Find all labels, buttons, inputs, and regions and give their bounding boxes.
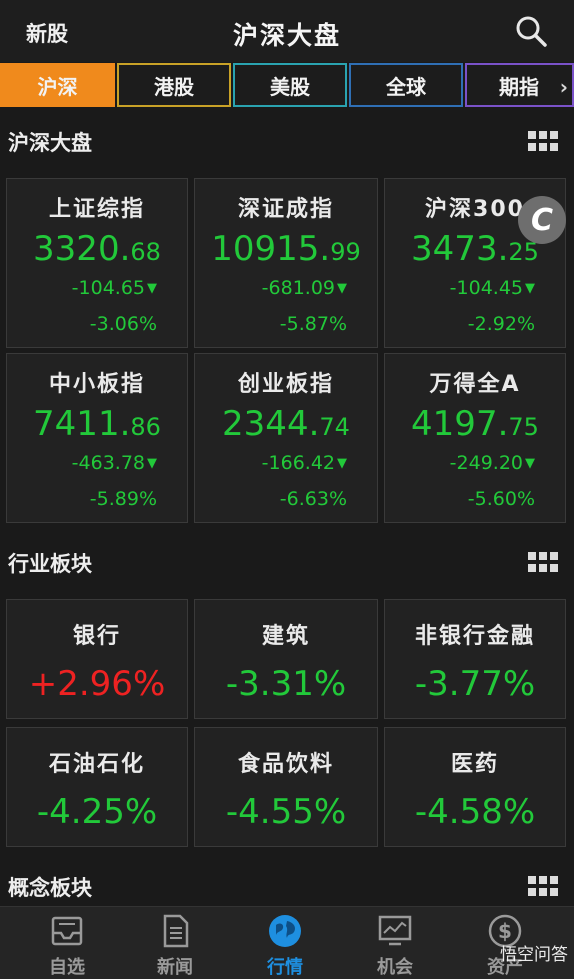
grid-menu-icon[interactable] bbox=[528, 552, 558, 574]
nav-market[interactable]: 行情 bbox=[230, 907, 340, 979]
down-arrow-icon: ▼ bbox=[525, 281, 535, 296]
globe-icon bbox=[269, 915, 301, 947]
index-change: -249.20 ▼ bbox=[449, 452, 535, 474]
index-card[interactable]: 创业板指 2344.74 -166.42 ▼ -6.63% bbox=[194, 353, 378, 523]
chevron-right-icon: › bbox=[559, 75, 568, 99]
section-header-concept: 概念板块 bbox=[0, 862, 574, 906]
industry-card[interactable]: 食品饮料 -4.55% bbox=[194, 727, 378, 847]
nav-watchlist[interactable]: 自选 bbox=[12, 907, 122, 979]
index-change: -166.42 ▼ bbox=[261, 452, 347, 474]
index-change: -104.45 ▼ bbox=[449, 277, 535, 299]
index-change: -104.65 ▼ bbox=[71, 277, 157, 299]
index-change: -681.09 ▼ bbox=[261, 277, 347, 299]
tab-futures[interactable]: 期指 › bbox=[465, 63, 574, 107]
industry-card[interactable]: 石油石化 -4.25% bbox=[6, 727, 188, 847]
industry-card[interactable]: 非银行金融 -3.77% bbox=[384, 599, 566, 719]
tab-hk[interactable]: 港股 bbox=[117, 63, 231, 107]
index-percent: -5.60% bbox=[467, 488, 535, 510]
tab-us[interactable]: 美股 bbox=[233, 63, 347, 107]
index-percent: -6.63% bbox=[279, 488, 347, 510]
chart-icon bbox=[378, 915, 412, 946]
search-icon[interactable] bbox=[514, 14, 548, 48]
down-arrow-icon: ▼ bbox=[337, 456, 347, 471]
industry-percent: -3.31% bbox=[225, 664, 347, 704]
index-price: 7411.86 bbox=[33, 404, 161, 444]
index-card[interactable]: 万得全A 4197.75 -249.20 ▼ -5.60% bbox=[384, 353, 566, 523]
market-tabs: 沪深 港股 美股 全球 期指 › bbox=[0, 63, 574, 107]
industry-percent: +2.96% bbox=[28, 664, 166, 704]
section-header-market: 沪深大盘 bbox=[0, 117, 574, 161]
down-arrow-icon: ▼ bbox=[525, 456, 535, 471]
industry-card[interactable]: 银行 +2.96% bbox=[6, 599, 188, 719]
index-price: 2344.74 bbox=[222, 404, 350, 444]
index-card[interactable]: 上证综指 3320.68 -104.65 ▼ -3.06% bbox=[6, 178, 188, 348]
down-arrow-icon: ▼ bbox=[147, 456, 157, 471]
grid-menu-icon[interactable] bbox=[528, 876, 558, 898]
industry-percent: -4.58% bbox=[414, 792, 536, 832]
tab-global[interactable]: 全球 bbox=[349, 63, 463, 107]
industry-percent: -3.77% bbox=[414, 664, 536, 704]
index-percent: -5.87% bbox=[279, 313, 347, 335]
down-arrow-icon: ▼ bbox=[147, 281, 157, 296]
index-card[interactable]: 中小板指 7411.86 -463.78 ▼ -5.89% bbox=[6, 353, 188, 523]
index-card[interactable]: 深证成指 10915.99 -681.09 ▼ -5.87% bbox=[194, 178, 378, 348]
bottom-nav: 自选 新闻 行情 机会 $ 资产 bbox=[0, 906, 574, 979]
index-percent: -2.92% bbox=[467, 313, 535, 335]
index-percent: -3.06% bbox=[89, 313, 157, 335]
section-header-industry: 行业板块 bbox=[0, 538, 574, 582]
watermark: 悟空问答 bbox=[500, 945, 568, 965]
index-change: -463.78 ▼ bbox=[71, 452, 157, 474]
nav-opportunity[interactable]: 机会 bbox=[340, 907, 450, 979]
industry-percent: -4.25% bbox=[36, 792, 158, 832]
down-arrow-icon: ▼ bbox=[337, 281, 347, 296]
tab-hushen[interactable]: 沪深 bbox=[0, 63, 115, 107]
index-price: 10915.99 bbox=[211, 229, 361, 269]
page-title: 沪深大盘 bbox=[232, 21, 341, 50]
floating-c-badge[interactable]: C bbox=[518, 196, 566, 244]
grid-menu-icon[interactable] bbox=[528, 131, 558, 153]
industry-card[interactable]: 医药 -4.58% bbox=[384, 727, 566, 847]
document-icon bbox=[163, 914, 189, 948]
index-price: 4197.75 bbox=[411, 404, 539, 444]
top-bar: 新股 沪深大盘 bbox=[0, 0, 574, 62]
industry-card[interactable]: 建筑 -3.31% bbox=[194, 599, 378, 719]
industry-percent: -4.55% bbox=[225, 792, 347, 832]
nav-news[interactable]: 新闻 bbox=[120, 907, 230, 979]
index-percent: -5.89% bbox=[89, 488, 157, 510]
inbox-icon bbox=[51, 916, 83, 946]
index-price: 3320.68 bbox=[33, 229, 161, 269]
